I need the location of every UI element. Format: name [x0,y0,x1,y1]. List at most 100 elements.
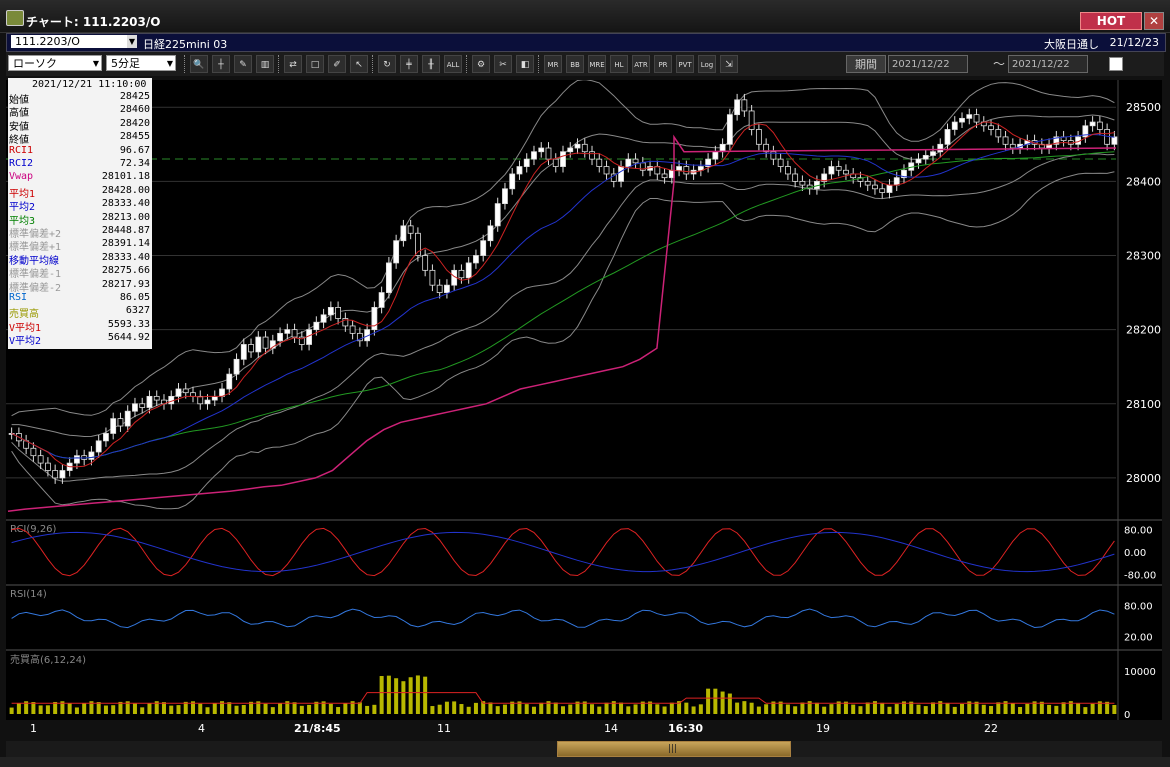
info-label: V平均2 [9,336,42,348]
volume-bar [263,703,268,714]
candle-body [1002,136,1009,145]
toolbar-all-button[interactable]: ALL [444,55,462,73]
price-chart[interactable]: 28000 28100 28200 28300 28400 28500 RCI(9,26) 8… [6,80,1162,720]
info-timestamp: 2021/12/21 11:10:00 [32,79,147,90]
candle-body [835,166,842,171]
range-checkbox[interactable] [1109,57,1123,71]
pen-icon[interactable]: ✐ [328,55,346,73]
volume-bar [212,703,217,714]
volume-bar [336,707,341,714]
candle-body [872,184,878,190]
chart-type-select[interactable]: ローソク ▼ [8,55,102,71]
chart-icon[interactable]: ▥ [256,55,274,73]
candle-body [973,114,980,123]
rci-tick-label: 0.00 [1124,548,1146,559]
volume-bar [1054,705,1059,714]
candle-body [951,121,958,130]
candle-body [52,470,59,479]
volume-bar [989,705,994,714]
volume-bar [38,705,43,714]
volume-bar [916,704,921,714]
volume-bar [299,705,304,714]
x-tick-label: 21/8:45 [294,722,341,735]
zoom-icon[interactable]: 🔍 [190,55,208,73]
candle-body [284,329,291,334]
candle-body [204,399,211,405]
volume-bar [82,703,87,714]
candle-body [886,184,893,193]
tool-icon[interactable]: ✂ [494,55,512,73]
toolbar-pvt-button[interactable]: PVT [676,55,694,73]
export-icon[interactable]: ⇲ [720,55,738,73]
toolbar-mre-button[interactable]: MRE [588,55,606,73]
info-value: 5644.92 [107,332,150,344]
rsi-label: RSI(14) [10,589,47,600]
hot-button[interactable]: HOT [1080,12,1142,30]
toolbar-pr-button[interactable]: PR [654,55,672,73]
volume-bar [430,706,435,714]
candle-body [719,143,726,153]
candle-body [792,173,799,182]
x-tick-label: 16:30 [668,722,704,735]
rci1-line [11,527,1115,577]
symbol-input[interactable]: 111.2203/O [11,35,127,48]
select-icon[interactable]: ↖ [350,55,368,73]
chevron-down-icon[interactable]: ▼ [127,35,137,48]
title-bar[interactable]: チャート: 111.2203/O HOT ✕ [0,0,1170,33]
bar-icon[interactable]: ╫ [422,55,440,73]
info-row: V平均2 5644.92 [8,332,152,348]
candle-body [182,388,189,394]
volume-bar [365,705,370,714]
date-from-input[interactable]: 2021/12/22 [888,55,968,73]
toolbar-log-button[interactable]: Log [698,55,716,73]
candle-body [930,151,936,156]
info-row: Vwap 28101.18 [8,171,152,184]
chart-type-value: ローソク [13,57,57,70]
note-icon[interactable]: □ [306,55,324,73]
toolbar-hl-button[interactable]: HL [610,55,628,73]
period-button[interactable]: 期間 [846,55,886,73]
volume-bar [452,701,457,714]
close-button[interactable]: ✕ [1144,12,1164,30]
toolbar-atr-button[interactable]: ATR [632,55,650,73]
settings-icon[interactable]: ⚙ [472,55,490,73]
candle-body [581,143,588,153]
volume-bar [198,703,203,714]
timeframe-select[interactable]: 5分足 ▼ [106,55,176,71]
compare-icon[interactable]: ⇄ [284,55,302,73]
x-tick-label: 4 [198,722,205,735]
scrollbar-thumb[interactable]: ||| [557,741,791,757]
volume-bar [169,705,174,714]
candle-body [88,451,95,460]
volume-bar [292,702,297,714]
candle-body [618,166,624,182]
color-icon[interactable]: ◧ [516,55,534,73]
draw-icon[interactable]: ✎ [234,55,252,73]
candle-body [110,418,117,434]
x-tick-label: 14 [604,722,618,735]
toolbar-bb-button[interactable]: BB [566,55,584,73]
date-to-input[interactable]: 2021/12/22 [1008,55,1088,73]
status-bar [0,757,1170,767]
cursor-icon[interactable]: ┼ [212,55,230,73]
chart-area[interactable]: 28000 28100 28200 28300 28400 28500 RCI(9,26) 8… [6,80,1162,720]
volume-bar [111,705,116,714]
volume-bar [829,704,834,714]
candle-body [313,321,320,331]
candle-body [487,225,494,242]
refresh-icon[interactable]: ↻ [378,55,396,73]
volume-bar [793,706,798,714]
grip-icon: ||| [668,744,678,754]
toolbar-mr-button[interactable]: MR [544,55,562,73]
volume-bar [343,703,348,714]
candle-icon[interactable]: ╪ [400,55,418,73]
info-row: 標準偏差-2 28217.93 [8,279,152,294]
candle-body [139,403,146,408]
volume-bar [1010,703,1015,714]
volume-bar [96,702,101,714]
volume-bar [1083,707,1088,714]
toolbar-separator [184,55,188,73]
info-row: 売買高 6327 [8,305,152,320]
x-tick-label: 22 [984,722,998,735]
date-label: 21/12/23 [1109,36,1159,49]
